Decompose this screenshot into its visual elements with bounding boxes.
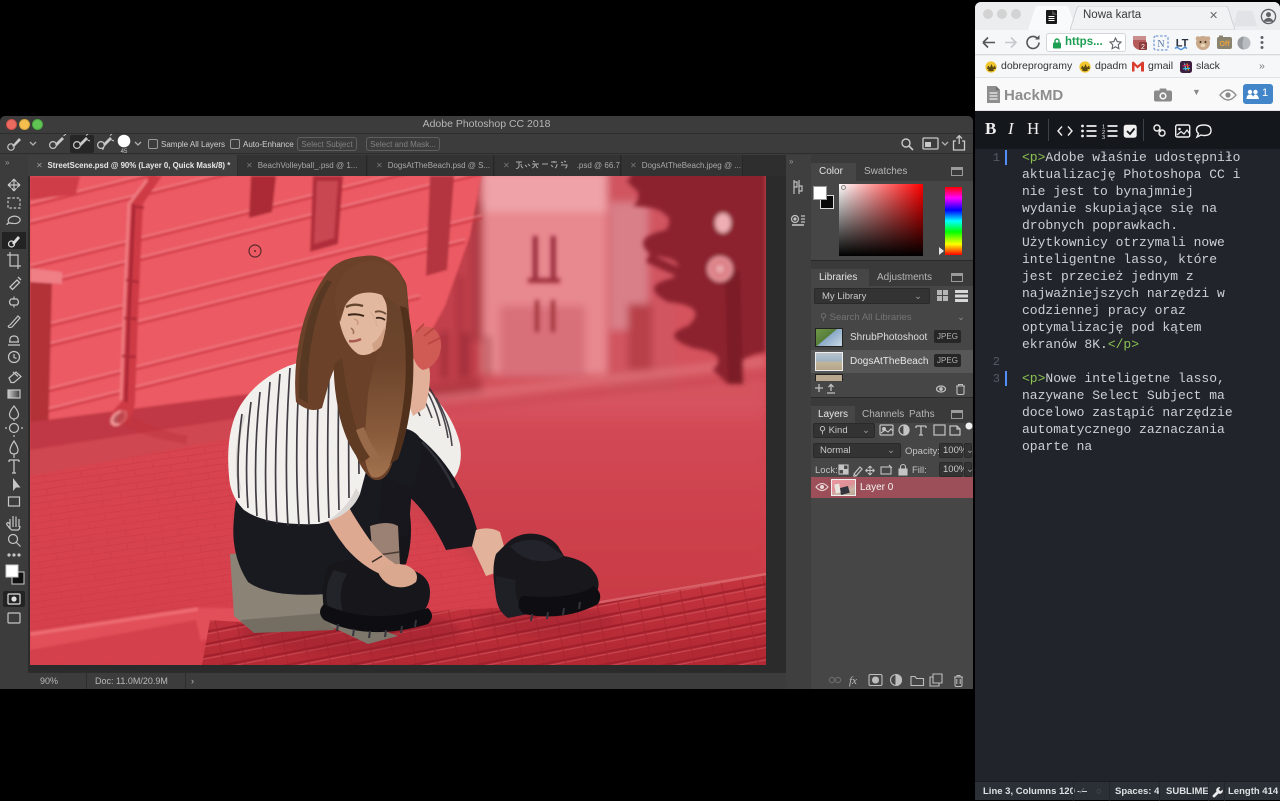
svg-text:2: 2 — [1141, 44, 1145, 51]
svg-text:N: N — [1157, 39, 1164, 50]
svg-text:»: » — [789, 157, 794, 166]
svg-text:3: 3 — [1102, 135, 1105, 139]
svg-text:45: 45 — [121, 149, 128, 154]
svg-text:fx: fx — [849, 675, 857, 687]
svg-text:»: » — [5, 158, 10, 167]
svg-text:Off: Off — [1219, 41, 1230, 48]
